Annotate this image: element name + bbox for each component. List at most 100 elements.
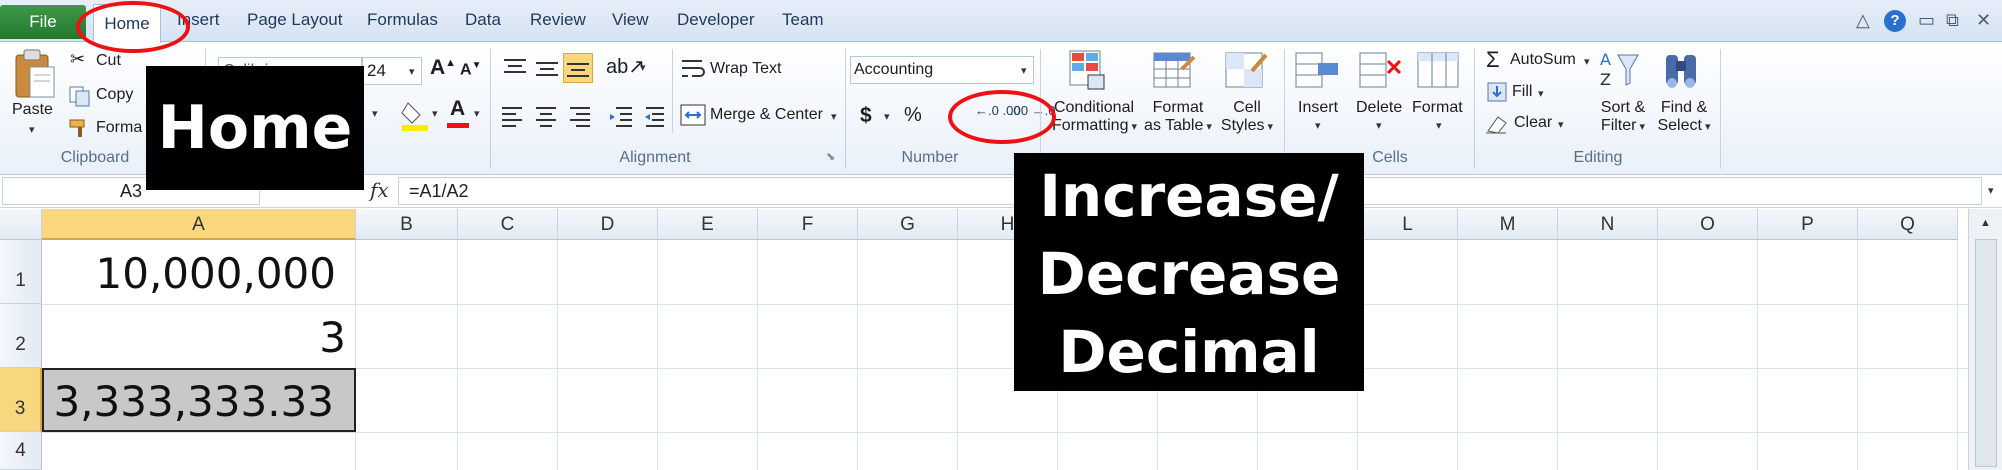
- scrollbar-thumb[interactable]: [1975, 239, 1997, 467]
- decimal-buttons-highlight-ring: [948, 90, 1056, 144]
- merge-dropdown-icon[interactable]: ▾: [831, 110, 837, 123]
- font-size-box[interactable]: 24 ▾: [362, 57, 422, 85]
- tab-file[interactable]: File: [0, 5, 86, 39]
- shrink-font-icon[interactable]: A▼: [460, 60, 481, 79]
- bottom-align-button[interactable]: [563, 53, 593, 83]
- top-align-icon[interactable]: [502, 57, 530, 79]
- fill-button[interactable]: Fill: [1512, 83, 1532, 101]
- tab-data[interactable]: Data: [465, 10, 501, 30]
- insert-cells-button[interactable]: Insert: [1298, 99, 1338, 117]
- clear-dropdown-icon[interactable]: ▾: [1558, 118, 1564, 131]
- find-select-button[interactable]: Find & Select ▾: [1656, 99, 1712, 136]
- format-dropdown-icon[interactable]: ▾: [1436, 119, 1442, 132]
- row-header-3[interactable]: 3: [0, 368, 42, 432]
- group-separator: [845, 49, 846, 169]
- fill-color-icon[interactable]: [400, 99, 430, 133]
- editing-group-label: Editing: [1573, 149, 1623, 166]
- help-icon[interactable]: ?: [1884, 10, 1906, 32]
- number-format-select[interactable]: Accounting ▾: [850, 56, 1034, 84]
- tab-team[interactable]: Team: [782, 10, 824, 30]
- column-header-q[interactable]: Q: [1858, 209, 1958, 240]
- delete-dropdown-icon[interactable]: ▾: [1376, 119, 1382, 132]
- font-color-dropdown-icon[interactable]: ▾: [474, 107, 480, 120]
- scroll-up-icon[interactable]: ▲: [1980, 217, 1991, 229]
- select-all-corner[interactable]: [0, 209, 42, 240]
- fill-color-dropdown-icon[interactable]: ▾: [432, 107, 438, 120]
- alignment-dialog-launcher-icon[interactable]: ⬊: [826, 150, 835, 163]
- conditional-formatting-icon: [1069, 50, 1105, 90]
- column-header-o[interactable]: O: [1658, 209, 1758, 240]
- row-header-1[interactable]: 1: [0, 240, 42, 304]
- minimize-icon[interactable]: ▭: [1918, 10, 1935, 31]
- paste-icon[interactable]: [12, 47, 58, 101]
- currency-dropdown-icon[interactable]: ▾: [884, 110, 890, 123]
- column-header-l[interactable]: L: [1358, 209, 1458, 240]
- border-dropdown-icon[interactable]: ▾: [372, 107, 378, 120]
- insert-dropdown-icon[interactable]: ▾: [1315, 119, 1321, 132]
- autosum-button[interactable]: AutoSum: [1510, 51, 1576, 69]
- font-size-value: 24: [367, 61, 386, 80]
- column-header-p[interactable]: P: [1758, 209, 1858, 240]
- conditional-formatting-button[interactable]: Conditional Formatting ▾: [1052, 99, 1137, 136]
- tab-page-layout[interactable]: Page Layout: [247, 10, 342, 30]
- format-cells-button[interactable]: Format: [1412, 99, 1463, 117]
- ribbon-tab-bar: File Home Insert Page Layout Formulas Da…: [0, 0, 2002, 43]
- format-painter-button[interactable]: Forma: [96, 119, 142, 137]
- cut-button[interactable]: Cut: [96, 52, 121, 70]
- currency-button[interactable]: $: [860, 104, 872, 128]
- column-header-n[interactable]: N: [1558, 209, 1658, 240]
- column-gridline: [557, 240, 558, 470]
- column-header-d[interactable]: D: [558, 209, 658, 240]
- wrap-text-button[interactable]: Wrap Text: [710, 60, 781, 78]
- row-header-2[interactable]: 2: [0, 304, 42, 368]
- column-header-b[interactable]: B: [356, 209, 458, 240]
- cell-a3[interactable]: 3,333,333.33: [44, 377, 334, 426]
- indent-icons[interactable]: [608, 105, 670, 127]
- tab-formulas[interactable]: Formulas: [367, 10, 438, 30]
- column-gridline: [355, 240, 356, 470]
- restore-icon[interactable]: ⧉: [1946, 10, 1959, 31]
- row-gridline: [42, 432, 1968, 433]
- expand-formula-bar-icon[interactable]: ▾: [1988, 184, 1994, 197]
- percent-button[interactable]: %: [904, 104, 922, 127]
- svg-text:A: A: [1600, 50, 1611, 69]
- merge-center-button[interactable]: Merge & Center: [710, 106, 823, 124]
- sort-filter-button[interactable]: Sort & Filter ▾: [1596, 99, 1650, 136]
- column-header-f[interactable]: F: [758, 209, 858, 240]
- autosum-dropdown-icon[interactable]: ▾: [1584, 55, 1590, 68]
- column-header-m[interactable]: M: [1458, 209, 1558, 240]
- cell-a2[interactable]: 3: [44, 313, 346, 362]
- row-header-4[interactable]: 4: [0, 432, 42, 470]
- column-header-c[interactable]: C: [458, 209, 558, 240]
- vertical-scrollbar[interactable]: ▲: [1968, 209, 2002, 470]
- column-header-a[interactable]: A: [42, 209, 356, 240]
- grow-font-icon[interactable]: A▲: [430, 56, 456, 80]
- tab-review[interactable]: Review: [530, 10, 586, 30]
- orientation-dropdown-icon[interactable]: ▾: [640, 61, 646, 74]
- middle-align-icon[interactable]: [534, 57, 562, 79]
- group-separator: [1284, 49, 1285, 169]
- tab-developer[interactable]: Developer: [677, 10, 755, 30]
- paste-dropdown-icon[interactable]: ▾: [29, 123, 35, 136]
- horizontal-align-icons[interactable]: [500, 105, 600, 127]
- worksheet-grid[interactable]: ABCDEFGHIJKLMNOPQ 1 2 3 4 10,000,000 3 3…: [0, 209, 1968, 470]
- cell-a1[interactable]: 10,000,000: [44, 249, 336, 298]
- paste-button[interactable]: Paste: [12, 101, 53, 119]
- format-as-table-line1: Format: [1152, 99, 1204, 116]
- tab-view[interactable]: View: [612, 10, 649, 30]
- collapse-ribbon-icon[interactable]: △: [1856, 10, 1870, 31]
- number-group-label: Number: [901, 149, 959, 166]
- cell-styles-button[interactable]: Cell Styles ▾: [1218, 99, 1276, 136]
- format-as-table-button[interactable]: Format as Table ▾: [1140, 99, 1216, 136]
- close-icon[interactable]: ✕: [1976, 10, 1991, 31]
- column-header-g[interactable]: G: [858, 209, 958, 240]
- group-separator: [490, 49, 491, 169]
- insert-function-button[interactable]: fx: [370, 178, 389, 202]
- fill-dropdown-icon[interactable]: ▾: [1538, 87, 1544, 100]
- font-color-icon[interactable]: A: [450, 97, 465, 121]
- column-header-e[interactable]: E: [658, 209, 758, 240]
- delete-cells-button[interactable]: Delete: [1356, 99, 1402, 117]
- column-gridline: [757, 240, 758, 470]
- clear-button[interactable]: Clear: [1514, 114, 1552, 132]
- copy-button[interactable]: Copy: [96, 86, 133, 104]
